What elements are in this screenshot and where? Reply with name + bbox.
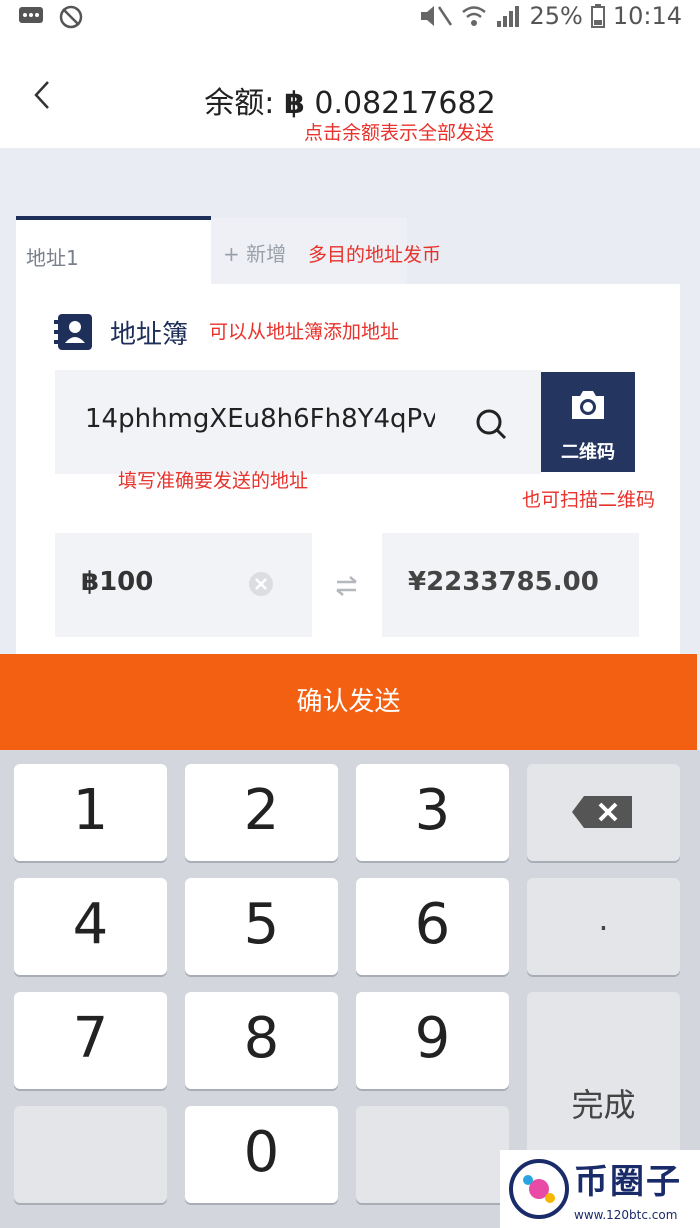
address-annotation: 填写准确要发送的地址	[118, 470, 309, 492]
address-input[interactable]: 14phhmgXEu8h6Fh8Y4qPv	[55, 370, 541, 474]
key-decimal[interactable]: .	[527, 878, 680, 975]
qr-label: 二维码	[561, 442, 615, 463]
key-5[interactable]: 5	[185, 878, 338, 975]
btc-amount-value: ฿100	[81, 567, 154, 597]
balance-label: 余额:	[204, 86, 275, 121]
address-book-annotation: 可以从地址簿添加地址	[209, 321, 400, 343]
battery-icon	[590, 4, 605, 28]
key-blank	[14, 1106, 167, 1203]
signal-icon	[497, 6, 520, 27]
camera-icon	[572, 391, 604, 419]
tabs-annotation: 多目的地址发币	[308, 244, 442, 266]
key-8[interactable]: 8	[185, 992, 338, 1089]
swap-icon	[336, 576, 357, 596]
tab-add-label: + 新增	[223, 242, 287, 266]
status-bar: 25% 10:14	[0, 0, 700, 34]
qr-annotation: 也可扫描二维码	[522, 489, 656, 511]
tab-address-1[interactable]: 地址1	[16, 216, 211, 286]
balance-value: 0.08217682	[314, 86, 496, 121]
sync-off-icon	[59, 5, 83, 29]
key-1[interactable]: 1	[14, 764, 167, 861]
key-blank	[356, 1106, 509, 1203]
cny-amount-value: ¥2233785.00	[408, 567, 599, 597]
watermark: 币圈子 www.120btc.com	[500, 1150, 700, 1228]
bitcoin-symbol: ฿	[283, 86, 305, 121]
address-book-icon[interactable]	[52, 310, 96, 354]
clear-icon[interactable]	[248, 571, 274, 597]
key-4[interactable]: 4	[14, 878, 167, 975]
key-2[interactable]: 2	[185, 764, 338, 861]
tab-label: 地址1	[26, 246, 79, 270]
address-value: 14phhmgXEu8h6Fh8Y4qPv	[85, 404, 435, 434]
backspace-key[interactable]	[527, 764, 680, 861]
key-6[interactable]: 6	[356, 878, 509, 975]
battery-percent: 25%	[529, 2, 583, 30]
qr-scan-button[interactable]: 二维码	[541, 372, 635, 472]
mute-icon	[421, 6, 453, 26]
send-form-card: 地址簿 可以从地址簿添加地址 14phhmgXEu8h6Fh8Y4qPv 二维码…	[16, 284, 680, 654]
clock: 10:14	[612, 2, 682, 30]
watermark-logo-icon	[509, 1159, 569, 1219]
key-9[interactable]: 9	[356, 992, 509, 1089]
balance-button[interactable]: 余额: ฿ 0.08217682	[0, 78, 700, 122]
address-book-button[interactable]: 地址簿	[110, 314, 188, 351]
cny-amount-input[interactable]: ¥2233785.00	[382, 533, 639, 637]
watermark-url: www.120btc.com	[574, 1208, 678, 1222]
backspace-icon	[572, 796, 632, 828]
key-3[interactable]: 3	[356, 764, 509, 861]
watermark-text: 币圈子	[574, 1162, 682, 1202]
balance-annotation: 点击余额表示全部发送	[304, 122, 495, 144]
message-icon	[19, 7, 43, 23]
wifi-icon	[462, 6, 487, 26]
search-icon[interactable]	[473, 406, 509, 442]
btc-amount-input[interactable]: ฿100	[55, 533, 312, 637]
key-7[interactable]: 7	[14, 992, 167, 1089]
confirm-send-button[interactable]: 确认发送	[0, 654, 697, 750]
key-0[interactable]: 0	[185, 1106, 338, 1203]
header: 余额: ฿ 0.08217682 点击余额表示全部发送	[0, 34, 700, 148]
